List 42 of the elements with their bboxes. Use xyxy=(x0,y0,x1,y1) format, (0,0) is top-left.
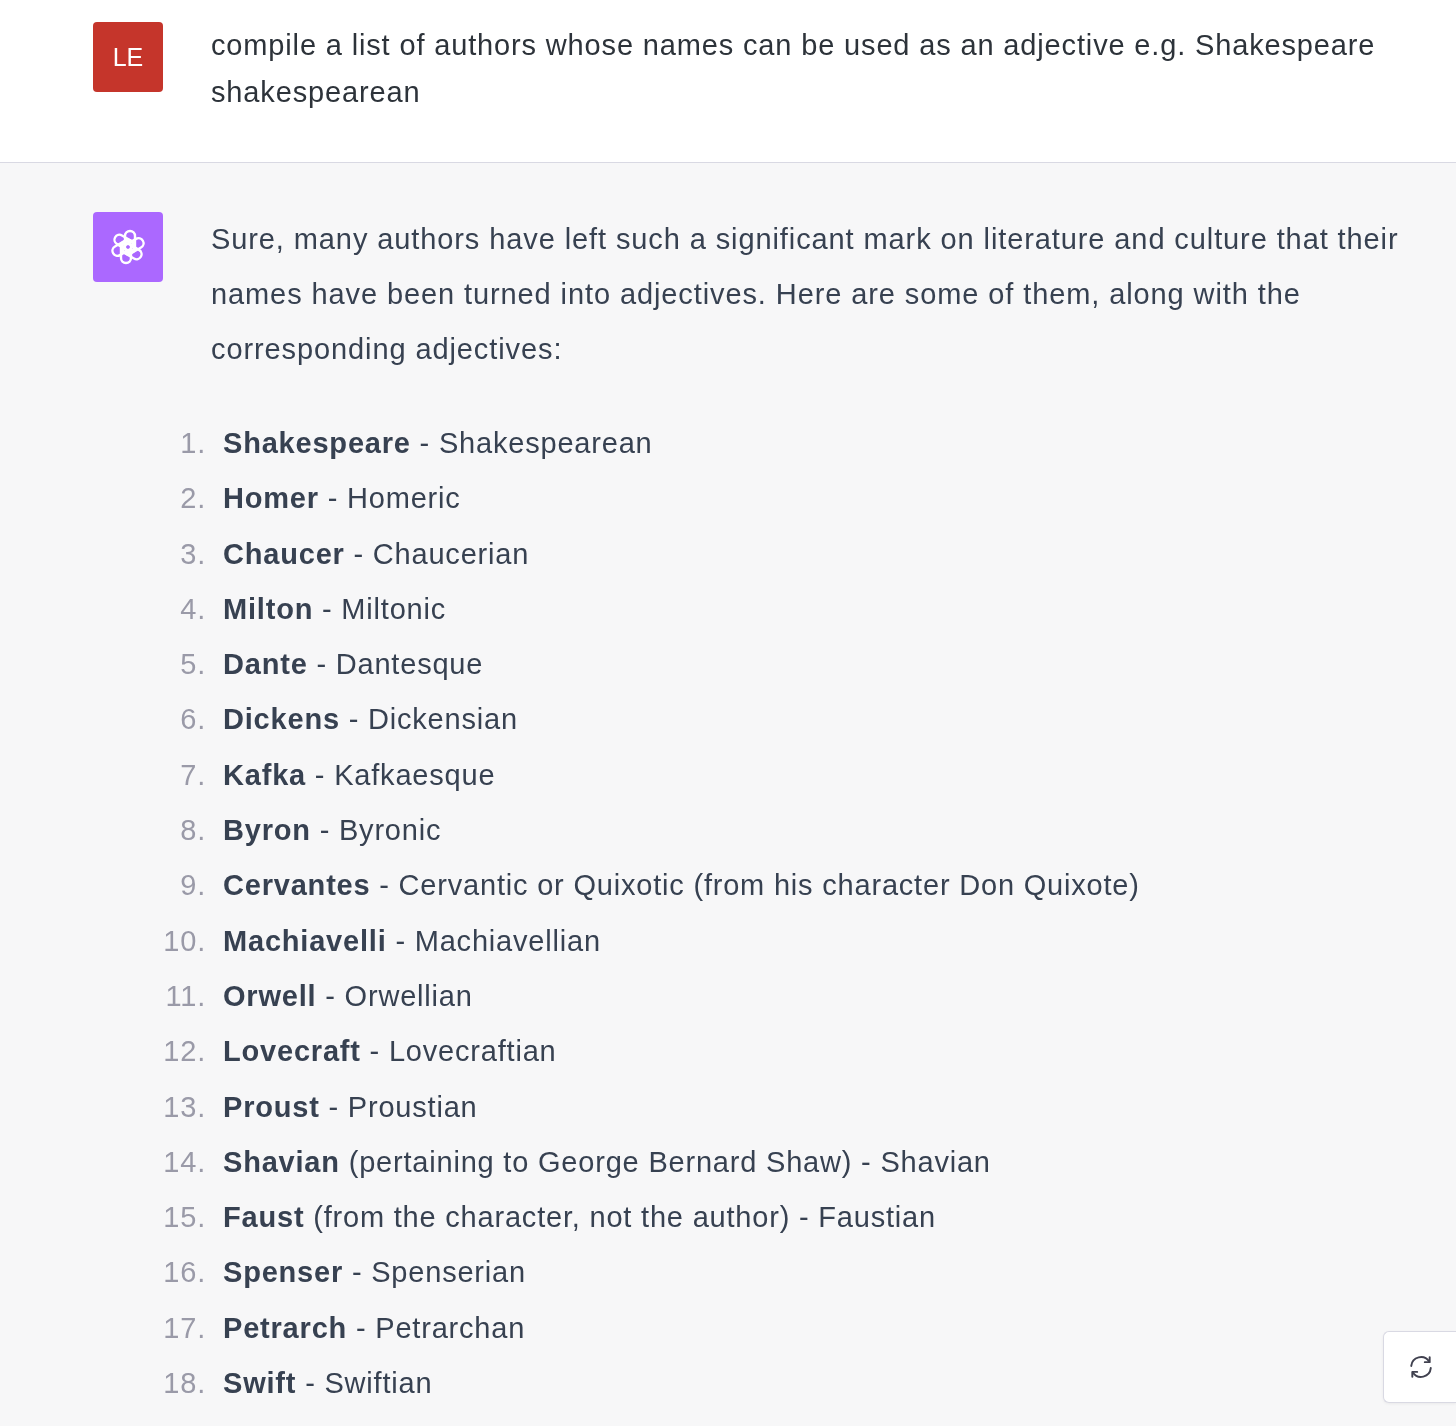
list-item-text: Kafka - Kafkaesque xyxy=(223,757,496,793)
message-text: compile a list of authors whose names can be used as an adjective e.g. Shakespeare shakespearean xyxy=(211,28,1377,110)
list-item-text: Shakespeare - Shakespearean xyxy=(223,426,653,461)
list-number: 13. xyxy=(162,1089,206,1125)
list-number: 11. xyxy=(164,978,206,1014)
list-item-text: Machiavelli - Machiavellian xyxy=(223,923,601,959)
assistant-logo-icon xyxy=(93,212,163,282)
list-item-text: Shavian (pertaining to George Bernard Shaw) - Shavian xyxy=(223,1144,991,1180)
list-number: 5. xyxy=(179,647,206,683)
list-number: 2. xyxy=(179,481,206,517)
list-item-text: Faust (from the character, not the author) - Faustian xyxy=(223,1200,936,1236)
list-item-text: Dante - Dantesque xyxy=(223,647,484,683)
list-item-text: Lovecraft - Lovecraftian xyxy=(223,1034,557,1070)
list-number: 4. xyxy=(179,591,206,627)
message-text: Sure, many authors have left such a significant mark on literature and culture that their names have been turned into adjectives. Here are some of them, along with the corresponding adjectives: xyxy=(211,222,1400,367)
list-item-text: Dickens - Dickensian xyxy=(223,702,518,738)
list-number: 1. xyxy=(179,426,206,461)
list-number: 12. xyxy=(162,1034,206,1070)
list-item-text: Petrarch - Petrarchan xyxy=(223,1310,526,1346)
list-number: 6. xyxy=(179,702,206,738)
list-item-text: Swift - Swiftian xyxy=(223,1366,433,1402)
list-number: 18. xyxy=(162,1366,206,1402)
list-item-text: Homer - Homeric xyxy=(223,481,461,517)
list-item-text: Byron - Byronic xyxy=(223,813,442,849)
list-number: 15. xyxy=(162,1200,206,1236)
list-number: 8. xyxy=(179,813,206,849)
list-item-text: Orwell - Orwellian xyxy=(223,978,473,1014)
refresh-icon xyxy=(1408,1354,1434,1380)
list-item-text: Milton - Miltonic xyxy=(223,591,447,627)
list-number: 16. xyxy=(162,1255,206,1291)
user-avatar: LE xyxy=(93,22,163,92)
regenerate-button[interactable] xyxy=(1383,1331,1456,1403)
list-number: 14. xyxy=(162,1144,206,1180)
list-number: 10. xyxy=(162,923,206,959)
list-number: 17. xyxy=(162,1310,206,1346)
list-number: 7. xyxy=(179,757,206,793)
list-number: 3. xyxy=(179,536,206,572)
list-item-text: Proust - Proustian xyxy=(223,1089,478,1125)
list-item-text: Chaucer - Chaucerian xyxy=(223,536,530,572)
list-item-text: Spenser - Spenserian xyxy=(223,1255,526,1291)
list-item-text: Cervantes - Cervantic or Quixotic (from his character Don Quixote) xyxy=(223,868,1140,904)
list-number: 9. xyxy=(179,868,206,904)
